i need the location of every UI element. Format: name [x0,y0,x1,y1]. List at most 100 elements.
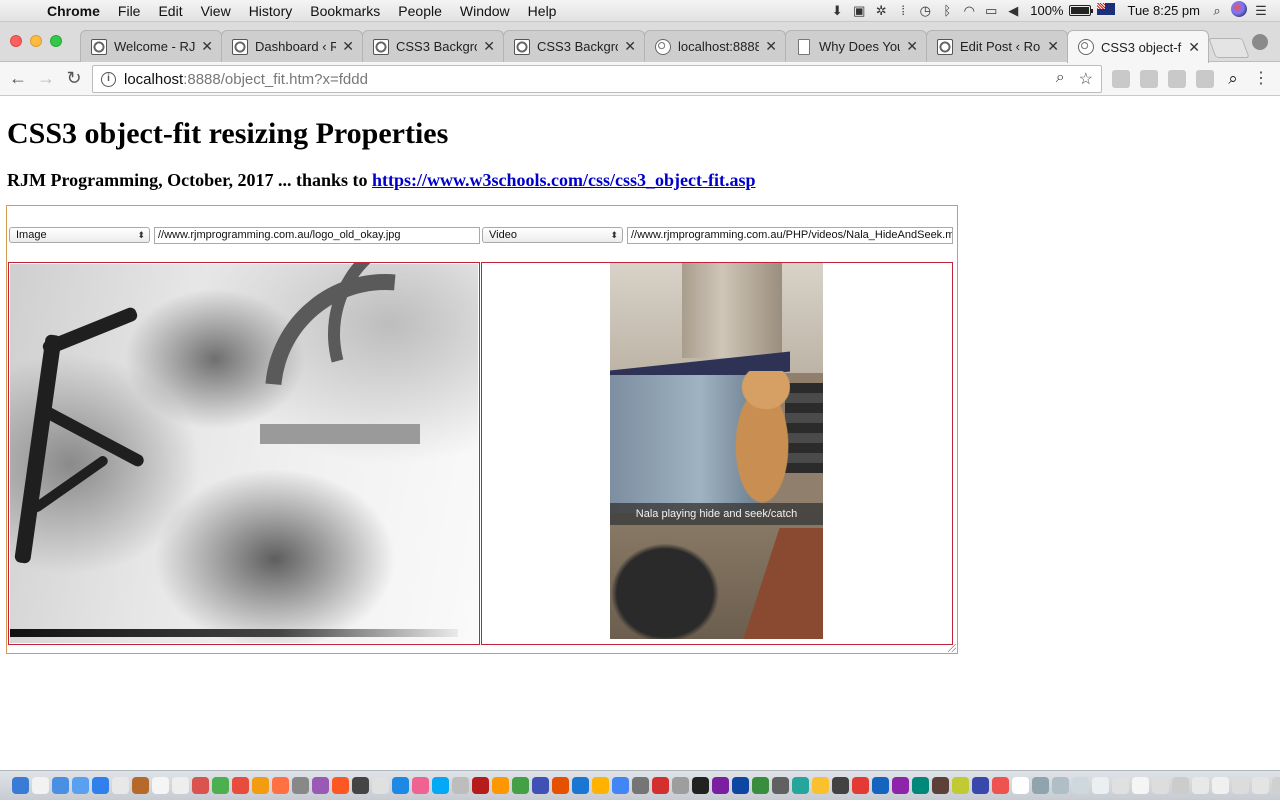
browser-tab[interactable]: Dashboard ‹ Ro ✕ [221,30,363,62]
dog-video[interactable]: Nala playing hide and seek/catch [610,263,823,639]
dock-app-icon[interactable] [112,777,129,794]
dock-app-icon[interactable] [912,777,929,794]
dock-app-icon[interactable] [412,777,429,794]
dock-app-icon[interactable] [552,777,569,794]
left-media-url-input[interactable]: //www.rjmprogramming.com.au/logo_old_oka… [154,227,480,244]
tab-close-icon[interactable]: ✕ [765,38,777,55]
download-icon[interactable]: ⬇ [826,3,848,19]
tab-close-icon[interactable]: ✕ [906,38,918,55]
object-fit-demo-container[interactable]: Image ⬍ //www.rjmprogramming.com.au/logo… [6,205,958,654]
dock-app-icon[interactable] [1172,777,1189,794]
reader-icon[interactable]: ▣ [848,3,870,19]
back-button[interactable]: ← [4,68,32,89]
airplay-icon[interactable]: ▭ [980,3,1002,19]
wifi-icon[interactable]: ◠ [958,3,980,19]
browser-tab[interactable]: CSS3 Backgrou ✕ [503,30,645,62]
window-zoom-button[interactable] [50,35,62,47]
dock-app-icon[interactable] [1232,777,1249,794]
menu-file[interactable]: File [109,3,150,19]
dock-app-icon[interactable] [612,777,629,794]
dock-app-icon[interactable] [1112,777,1129,794]
dock-app-icon[interactable] [652,777,669,794]
dock-app-icon[interactable] [1072,777,1089,794]
tab-close-icon[interactable]: ✕ [483,38,495,55]
dock-app-icon[interactable] [772,777,789,794]
extension-icon-4[interactable] [1196,70,1214,88]
profile-icon[interactable] [1252,34,1268,50]
tab-close-icon[interactable]: ✕ [1188,39,1200,56]
menu-app-name[interactable]: Chrome [38,3,109,19]
dock-app-icon[interactable] [232,777,249,794]
dock-app-icon[interactable] [92,777,109,794]
tab-close-icon[interactable]: ✕ [342,38,354,55]
dock-app-icon[interactable] [852,777,869,794]
dock-app-icon[interactable] [12,777,29,794]
dock-app-icon[interactable] [1092,777,1109,794]
tab-close-icon[interactable]: ✕ [624,38,636,55]
dock-app-icon[interactable] [392,777,409,794]
volume-icon[interactable]: ◀ [1002,3,1024,19]
battery-icon[interactable] [1069,5,1094,16]
menu-help[interactable]: Help [519,3,566,19]
dock-app-icon[interactable] [712,777,729,794]
dock-app-icon[interactable] [312,777,329,794]
dock-app-icon[interactable] [1272,777,1280,794]
input-source-flag-icon[interactable] [1097,3,1116,15]
dock-app-icon[interactable] [1012,777,1029,794]
dock-app-icon[interactable] [32,777,49,794]
dock-app-icon[interactable] [372,777,389,794]
dock-app-icon[interactable] [812,777,829,794]
dock-app-icon[interactable] [892,777,909,794]
gear-icon[interactable]: ✲ [870,3,892,19]
dock-app-icon[interactable] [452,777,469,794]
dock-app-icon[interactable] [672,777,689,794]
extension-icon-1[interactable] [1112,70,1130,88]
dock-app-icon[interactable] [512,777,529,794]
browser-tab[interactable]: Edit Post ‹ Robe ✕ [926,30,1068,62]
browser-tab[interactable]: Welcome - RJM ✕ [80,30,222,62]
new-tab-button[interactable] [1208,38,1250,58]
menu-edit[interactable]: Edit [149,3,191,19]
address-bar[interactable]: i localhost:8888/object_fit.htm?x=fddd ⌕… [92,65,1102,93]
w3schools-link[interactable]: https://www.w3schools.com/css/css3_objec… [372,170,755,190]
dock-app-icon[interactable] [212,777,229,794]
dock-app-icon[interactable] [792,777,809,794]
dock-app-icon[interactable] [832,777,849,794]
battery-percent[interactable]: 100% [1024,3,1069,18]
dock-app-icon[interactable] [152,777,169,794]
search-icon[interactable]: ⌕ [1224,70,1242,88]
dock-app-icon[interactable] [352,777,369,794]
dock-app-icon[interactable] [472,777,489,794]
dock-app-icon[interactable] [972,777,989,794]
menu-bookmarks[interactable]: Bookmarks [301,3,389,19]
dock-app-icon[interactable] [872,777,889,794]
dock-app-icon[interactable] [1192,777,1209,794]
dock-app-icon[interactable] [692,777,709,794]
dock-app-icon[interactable] [1132,777,1149,794]
grid-icon[interactable]: ⁞ [892,3,914,18]
chrome-menu-icon[interactable]: ⋮ [1252,70,1270,88]
browser-tab[interactable]: CSS3 Backgrou ✕ [362,30,504,62]
dock-app-icon[interactable] [52,777,69,794]
forward-button[interactable]: → [32,68,60,89]
siri-icon[interactable] [1231,1,1247,17]
menu-people[interactable]: People [389,3,451,19]
zoom-icon[interactable]: ⌕ [1056,69,1065,89]
right-media-type-select[interactable]: Video ⬍ [482,227,623,243]
dock-app-icon[interactable] [632,777,649,794]
window-minimize-button[interactable] [30,35,42,47]
dock-app-icon[interactable] [432,777,449,794]
menu-history[interactable]: History [240,3,302,19]
bookmark-star-icon[interactable]: ☆ [1079,69,1093,89]
site-info-icon[interactable]: i [101,71,116,87]
dock-app-icon[interactable] [752,777,769,794]
bluetooth-icon[interactable]: ᛒ [936,3,958,18]
menu-view[interactable]: View [192,3,240,19]
dock-app-icon[interactable] [572,777,589,794]
reload-button[interactable]: ↻ [60,68,88,89]
notification-center-icon[interactable]: ☰ [1250,3,1272,19]
dock-app-icon[interactable] [132,777,149,794]
dock-app-icon[interactable] [192,777,209,794]
left-media-type-select[interactable]: Image ⬍ [9,227,150,243]
menu-window[interactable]: Window [451,3,519,19]
